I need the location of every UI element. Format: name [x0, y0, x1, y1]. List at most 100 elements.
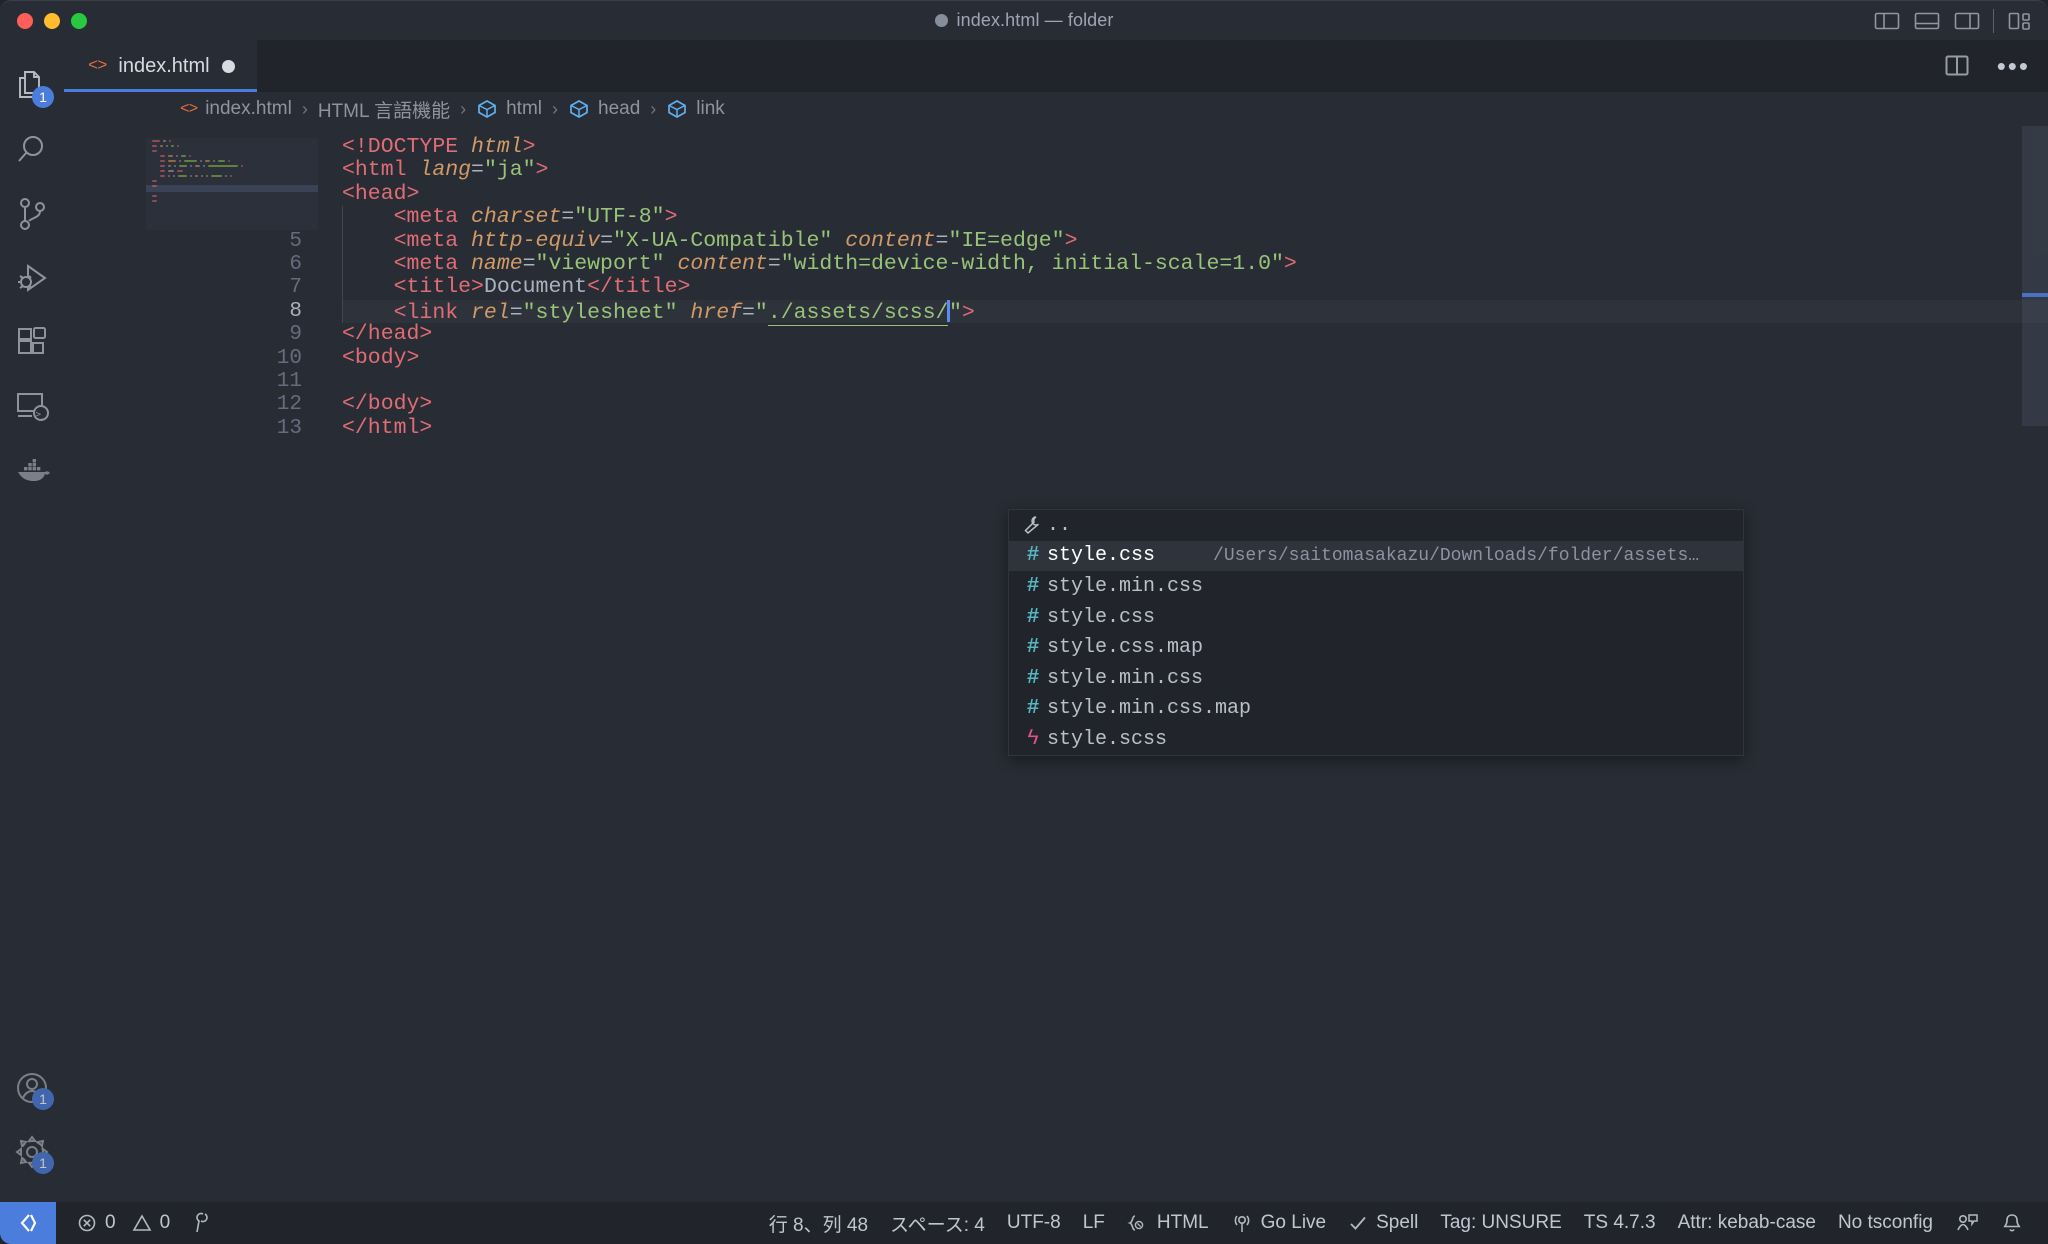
- attr-casing-label: Attr: kebab-case: [1677, 1212, 1816, 1233]
- status-item-notifications[interactable]: [1990, 1212, 2034, 1234]
- status-item-spell-checker[interactable]: Spell: [1337, 1212, 1429, 1234]
- toggle-panel-icon[interactable]: [1913, 10, 1941, 32]
- code-token: </body>: [342, 392, 433, 417]
- code-token: "viewport": [535, 251, 665, 276]
- activity-bar-item-accounts[interactable]: 1: [0, 1056, 64, 1120]
- minimap-token: [201, 174, 203, 178]
- minimap-token: [171, 144, 174, 148]
- status-item-eol[interactable]: LF: [1072, 1212, 1116, 1234]
- code-line[interactable]: <html lang="ja">: [342, 159, 2048, 182]
- braces-icon: [1127, 1213, 1149, 1233]
- extensions-icon: [18, 327, 46, 354]
- suggest-item[interactable]: # style.min.css: [1009, 571, 1743, 602]
- split-editor-right-icon[interactable]: [1943, 53, 1971, 79]
- activity-bar-item-source-control[interactable]: [0, 182, 64, 246]
- suggest-item[interactable]: # style.css.map: [1009, 632, 1743, 663]
- status-item-live-share[interactable]: [1944, 1212, 1990, 1234]
- breadcrumb-provider-label: HTML 言語機能: [317, 100, 451, 122]
- editor-tab-index-html[interactable]: <> index.html: [64, 40, 258, 92]
- code-token: =: [471, 158, 484, 183]
- status-item-ports[interactable]: [181, 1212, 223, 1234]
- layout-divider: [1993, 8, 1994, 33]
- editor-vertical-scrollbar[interactable]: [2022, 126, 2048, 426]
- encoding-label: UTF-8: [1006, 1212, 1061, 1233]
- activity-bar-item-extensions[interactable]: [0, 310, 64, 374]
- code-line[interactable]: <meta name="viewport" content="width=dev…: [342, 251, 2048, 277]
- activity-bar-item-docker[interactable]: [0, 438, 64, 502]
- toggle-secondary-sidebar-icon[interactable]: [1953, 10, 1981, 32]
- suggest-item[interactable]: # style.min.css.map: [1009, 694, 1743, 725]
- minimap-token: [190, 164, 192, 168]
- breadcrumb-item-file[interactable]: <> index.html: [180, 98, 292, 120]
- wrench-icon: [1019, 515, 1047, 535]
- suggest-item[interactable]: # style.css: [1009, 602, 1743, 633]
- suggest-item[interactable]: # style.css/Users/saitomasakazu/Downloads…: [1009, 540, 1743, 572]
- status-item-tsconfig[interactable]: No tsconfig: [1827, 1212, 1944, 1234]
- minimap-token: [181, 154, 186, 158]
- editor-position-label: 行 8、列 48: [768, 1214, 869, 1236]
- code-line[interactable]: <meta http-equiv="X-UA-Compatible" conte…: [342, 228, 2048, 253]
- code-line[interactable]: <body>: [342, 346, 2048, 370]
- code-line[interactable]: <title>Document</title>: [342, 276, 2048, 300]
- status-item-problems[interactable]: 0 0: [66, 1212, 181, 1234]
- minimap-token: [152, 194, 157, 198]
- code-line[interactable]: </body>: [342, 393, 2048, 416]
- suggest-item-label: style.min.css: [1047, 574, 1204, 598]
- activity-bar-item-run-and-debug[interactable]: [0, 246, 64, 310]
- tab-dirty-indicator-icon[interactable]: [221, 59, 235, 73]
- code-line[interactable]: </html>: [342, 416, 2048, 440]
- activity-bar-item-search[interactable]: [0, 118, 64, 182]
- status-item-typescript-version[interactable]: TS 4.7.3: [1573, 1212, 1667, 1234]
- code-token: <meta: [342, 205, 472, 230]
- code-token: "stylesheet": [522, 300, 678, 325]
- status-item-indentation[interactable]: スペース: 4: [879, 1210, 996, 1237]
- suggest-status-row[interactable]: ..: [1009, 510, 1743, 541]
- minimap-slider[interactable]: [146, 185, 318, 192]
- code-token: >: [961, 300, 975, 325]
- activity-bar-item-manage-settings[interactable]: 1: [0, 1120, 64, 1184]
- breadcrumb-item-html[interactable]: html: [476, 98, 542, 120]
- status-item-editor-position[interactable]: 行 8、列 48: [758, 1210, 879, 1237]
- line-number: 7: [289, 276, 302, 300]
- code-line[interactable]: <head>: [342, 182, 2048, 206]
- editor-tab-label: index.html: [118, 54, 210, 77]
- more-actions-icon[interactable]: •••: [1997, 53, 2030, 79]
- line-number: 11: [276, 369, 302, 393]
- minimap-token: [174, 164, 176, 168]
- code-token: <meta: [342, 251, 472, 276]
- suggest-item[interactable]: # style.min.css: [1009, 663, 1743, 694]
- minimap-line: [160, 159, 318, 163]
- breadcrumb-item-link[interactable]: link: [666, 98, 725, 120]
- breadcrumb-separator: ›: [650, 98, 657, 119]
- status-item-tag-casing[interactable]: Tag: UNSURE: [1429, 1212, 1572, 1234]
- status-item-encoding[interactable]: UTF-8: [996, 1212, 1072, 1234]
- breadcrumb-item-provider[interactable]: HTML 言語機能: [318, 96, 450, 123]
- vscode-window: index.html — folder 1 >_ 1 1 <> index.ht…: [0, 0, 2048, 1244]
- suggest-item-label: style.scss: [1047, 727, 1168, 751]
- remote-host-button[interactable]: [0, 1202, 56, 1244]
- line-number: 5: [289, 229, 302, 253]
- status-item-language-mode[interactable]: HTML: [1116, 1212, 1220, 1234]
- activity-bar-item-explorer[interactable]: 1: [0, 54, 64, 118]
- status-item-go-live[interactable]: Go Live: [1220, 1212, 1337, 1234]
- editor-overview-ruler[interactable]: [2018, 126, 2048, 1202]
- breadcrumb-item-head[interactable]: head: [568, 98, 640, 120]
- code-line[interactable]: [342, 370, 2048, 393]
- customize-layout-icon[interactable]: [2006, 10, 2034, 32]
- code-line[interactable]: </head>: [342, 322, 2048, 347]
- code-token: <meta: [342, 228, 472, 253]
- suggest-item[interactable]: ϟ style.scss: [1009, 724, 1743, 755]
- code-line[interactable]: <meta charset="UTF-8">: [342, 205, 2048, 230]
- activity-bar-item-remote-explorer[interactable]: >_: [0, 374, 64, 438]
- status-item-attr-casing[interactable]: Attr: kebab-case: [1667, 1212, 1827, 1234]
- symbol-field-icon: [476, 98, 498, 120]
- code-line[interactable]: <!DOCTYPE html>: [342, 135, 2048, 159]
- code-token: =: [522, 251, 536, 276]
- toggle-primary-sidebar-icon[interactable]: [1873, 10, 1901, 32]
- code-token: </head>: [342, 322, 433, 347]
- suggest-widget[interactable]: .. # style.css/Users/saitomasakazu/Downlo…: [1008, 509, 1744, 756]
- code-token: ./assets/scss/: [767, 300, 949, 326]
- code-line[interactable]: <link rel="stylesheet" href="./assets/sc…: [342, 299, 2048, 326]
- minimap[interactable]: [146, 138, 318, 230]
